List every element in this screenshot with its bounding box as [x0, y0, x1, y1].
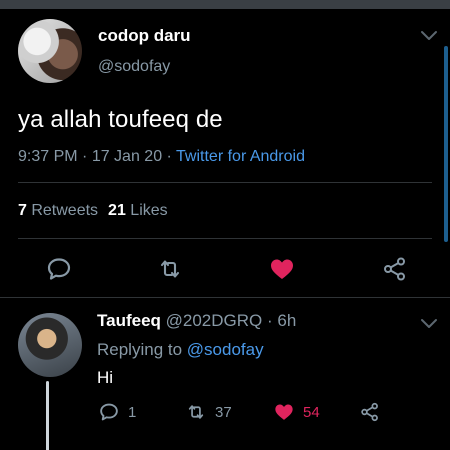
tweet-time: 9:37 PM	[18, 148, 78, 165]
author-display-name[interactable]: codop daru	[98, 26, 191, 46]
meta-separator: ·	[262, 311, 278, 330]
author-handle[interactable]: @sodofay	[98, 58, 170, 76]
reply-actions: 1 37 54	[0, 400, 450, 424]
retweet-icon	[188, 405, 204, 419]
retweet-count: 37	[215, 403, 232, 421]
tweet-meta: 9:37 PM · 17 Jan 20 · Twitter for Androi…	[18, 148, 305, 166]
heart-icon	[275, 404, 293, 420]
tweet-text: ya allah toufeeq de	[18, 106, 223, 133]
share-icon	[361, 402, 378, 422]
top-bar	[0, 0, 450, 9]
likes-count: 21	[108, 202, 126, 219]
chevron-down-icon[interactable]	[418, 317, 440, 331]
divider	[18, 238, 432, 239]
reply-header: Taufeeq @202DGRQ · 6h	[97, 311, 296, 331]
meta-separator: ·	[162, 148, 177, 165]
likes-label: Likes	[125, 202, 168, 219]
retweets-count: 7	[18, 202, 27, 219]
retweets-label: Retweets	[26, 202, 99, 219]
tweet-source-link[interactable]: Twitter for Android	[176, 148, 305, 165]
tweet-date: 17 Jan 20	[91, 148, 163, 165]
replying-to: Replying to @sodofay	[97, 340, 264, 360]
main-tweet: codop daru @sodofay ya allah toufeeq de …	[0, 9, 450, 297]
likes-stat[interactable]: 21 Likes	[108, 202, 168, 219]
retweets-stat[interactable]: 7 Retweets	[18, 202, 98, 219]
tweet-actions	[0, 253, 450, 289]
divider	[18, 182, 432, 183]
reply-age: 6h	[277, 311, 297, 330]
share-button[interactable]	[359, 400, 381, 424]
reply-author-name[interactable]: Taufeeq	[97, 311, 161, 330]
chevron-down-icon[interactable]	[418, 29, 440, 43]
reply-text: Hi	[97, 368, 114, 387]
retweet-button[interactable]: 37	[185, 400, 232, 424]
replying-to-mention[interactable]: @sodofay	[187, 340, 264, 359]
avatar[interactable]	[18, 19, 82, 83]
reply-icon	[100, 403, 118, 421]
reply-author-handle[interactable]: @202DGRQ	[161, 311, 263, 330]
reply-icon[interactable]	[45, 255, 73, 283]
heart-icon[interactable]	[268, 255, 296, 283]
like-button[interactable]: 54	[273, 400, 320, 424]
share-icon[interactable]	[381, 255, 409, 283]
meta-separator: ·	[77, 148, 92, 165]
tweet-stats: 7 Retweets 21 Likes	[18, 202, 168, 220]
reply-tweet: Taufeeq @202DGRQ · 6h Replying to @sodof…	[0, 297, 450, 450]
replying-prefix: Replying to	[97, 340, 187, 359]
retweet-icon[interactable]	[156, 255, 184, 283]
avatar[interactable]	[18, 313, 82, 377]
reply-count: 1	[128, 403, 137, 421]
reply-button[interactable]: 1	[98, 400, 136, 424]
like-count: 54	[303, 403, 320, 421]
